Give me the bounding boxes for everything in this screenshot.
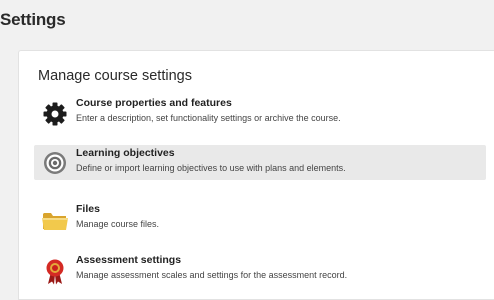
item-title: Learning objectives [76, 147, 175, 159]
item-title: Files [76, 203, 100, 215]
item-description: Define or import learning objectives to … [76, 163, 346, 173]
item-description: Manage course files. [76, 219, 160, 229]
course-properties-link[interactable]: Course properties and features Enter a d… [36, 97, 486, 131]
page-title: Settings [0, 10, 66, 29]
folder-icon [40, 205, 70, 235]
item-description: Enter a description, set functionality s… [76, 113, 341, 123]
item-title: Course properties and features [76, 97, 232, 109]
item-description: Manage assessment scales and settings fo… [76, 270, 348, 280]
assessment-settings-link[interactable]: Assessment settings Manage assessment sc… [36, 254, 486, 288]
learning-objectives-link[interactable]: Learning objectives Define or import lea… [34, 145, 486, 180]
award-ribbon-icon [40, 256, 70, 286]
target-icon [40, 148, 70, 178]
card-heading: Manage course settings [38, 68, 192, 84]
files-link[interactable]: Files Manage course files. [36, 203, 486, 237]
item-title: Assessment settings [76, 254, 182, 266]
settings-card: Manage course settings Course properties… [18, 50, 494, 300]
gear-icon [40, 99, 70, 129]
